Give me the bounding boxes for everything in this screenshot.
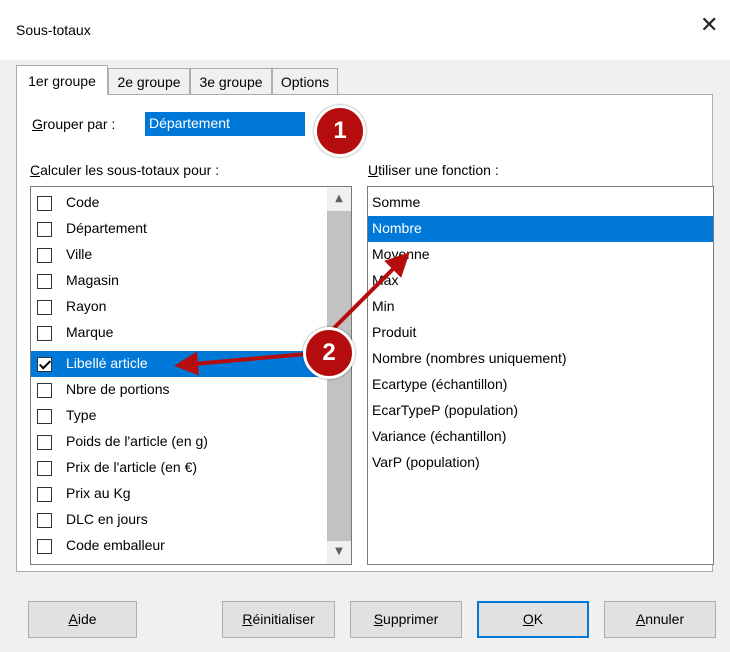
checkbox[interactable] xyxy=(37,248,52,263)
list-item[interactable]: Code xyxy=(31,190,327,216)
list-item-selected[interactable]: Nombre xyxy=(368,216,713,242)
list-item[interactable]: Somme xyxy=(368,190,713,216)
checkbox[interactable] xyxy=(37,326,52,341)
annotation-badge-1: 1 xyxy=(314,105,366,157)
reset-button[interactable]: Réinitialiser xyxy=(222,601,335,638)
list-item[interactable]: Nombre (nombres uniquement) xyxy=(368,346,713,372)
help-button[interactable]: Aide xyxy=(28,601,137,638)
tab-1er-groupe[interactable]: 1er groupe xyxy=(16,65,108,95)
checkbox[interactable] xyxy=(37,383,52,398)
list-item[interactable]: Max xyxy=(368,268,713,294)
close-icon[interactable]: ✕ xyxy=(700,14,718,38)
tab-options[interactable]: Options xyxy=(272,68,338,94)
checkbox[interactable] xyxy=(37,487,52,502)
group-by-select[interactable]: Département xyxy=(145,112,305,136)
tab-2e-groupe[interactable]: 2e groupe xyxy=(108,68,190,94)
list-item[interactable]: Produit xyxy=(368,320,713,346)
checkbox[interactable] xyxy=(37,435,52,450)
list-item[interactable]: Variance (échantillon) xyxy=(368,424,713,450)
checkbox[interactable] xyxy=(37,196,52,211)
list-item[interactable]: Prix au Kg xyxy=(31,481,327,507)
list-item[interactable]: Code emballeur xyxy=(31,533,327,559)
list-item[interactable]: EcarTypeP (population) xyxy=(368,398,713,424)
cancel-button[interactable]: Annuler xyxy=(604,601,716,638)
title-bar xyxy=(0,0,730,60)
delete-button[interactable]: Supprimer xyxy=(350,601,462,638)
checkbox[interactable] xyxy=(37,461,52,476)
function-list[interactable]: Somme Nombre Moyenne Max Min Produit Nom… xyxy=(367,186,714,565)
checkbox[interactable] xyxy=(37,300,52,315)
list-item[interactable]: VarP (population) xyxy=(368,450,713,476)
checkbox-checked[interactable] xyxy=(37,357,52,372)
list-item[interactable]: Poids de l'article (en g) xyxy=(31,429,327,455)
list-item[interactable]: Ecartype (échantillon) xyxy=(368,372,713,398)
scroll-down-icon[interactable]: ▼ xyxy=(327,540,351,564)
list-item[interactable]: Ville xyxy=(31,242,327,268)
checkbox[interactable] xyxy=(37,409,52,424)
list-item[interactable]: Moyenne xyxy=(368,242,713,268)
scroll-up-icon[interactable]: ▲ xyxy=(327,187,351,211)
list-item[interactable]: Marque xyxy=(31,320,327,346)
group-by-label: Grouper par : xyxy=(32,116,116,132)
list-item[interactable]: Magasin xyxy=(31,268,327,294)
annotation-badge-2: 2 xyxy=(303,327,355,379)
use-function-label: Utiliser une fonction : xyxy=(368,162,499,178)
list-item-selected[interactable]: Libellé article xyxy=(31,351,327,377)
tab-3e-groupe[interactable]: 3e groupe xyxy=(190,68,272,94)
list-item[interactable]: DLC en jours xyxy=(31,507,327,533)
list-item[interactable]: Nbre de portions xyxy=(31,377,327,403)
checkbox[interactable] xyxy=(37,222,52,237)
list-item[interactable]: Rayon xyxy=(31,294,327,320)
subtotals-field-list[interactable]: Code Département Ville Magasin Rayon Mar… xyxy=(30,186,352,565)
checkbox[interactable] xyxy=(37,274,52,289)
subtotals-for-label: Calculer les sous-totaux pour : xyxy=(30,162,220,178)
group-by-value: Département xyxy=(149,115,230,131)
list-item[interactable]: Type xyxy=(31,403,327,429)
dialog-title: Sous-totaux xyxy=(16,22,91,38)
ok-button[interactable]: OK xyxy=(477,601,589,638)
checkbox[interactable] xyxy=(37,539,52,554)
list-item[interactable]: Département xyxy=(31,216,327,242)
checkbox[interactable] xyxy=(37,513,52,528)
list-item[interactable]: Min xyxy=(368,294,713,320)
list-item[interactable]: Prix de l'article (en €) xyxy=(31,455,327,481)
